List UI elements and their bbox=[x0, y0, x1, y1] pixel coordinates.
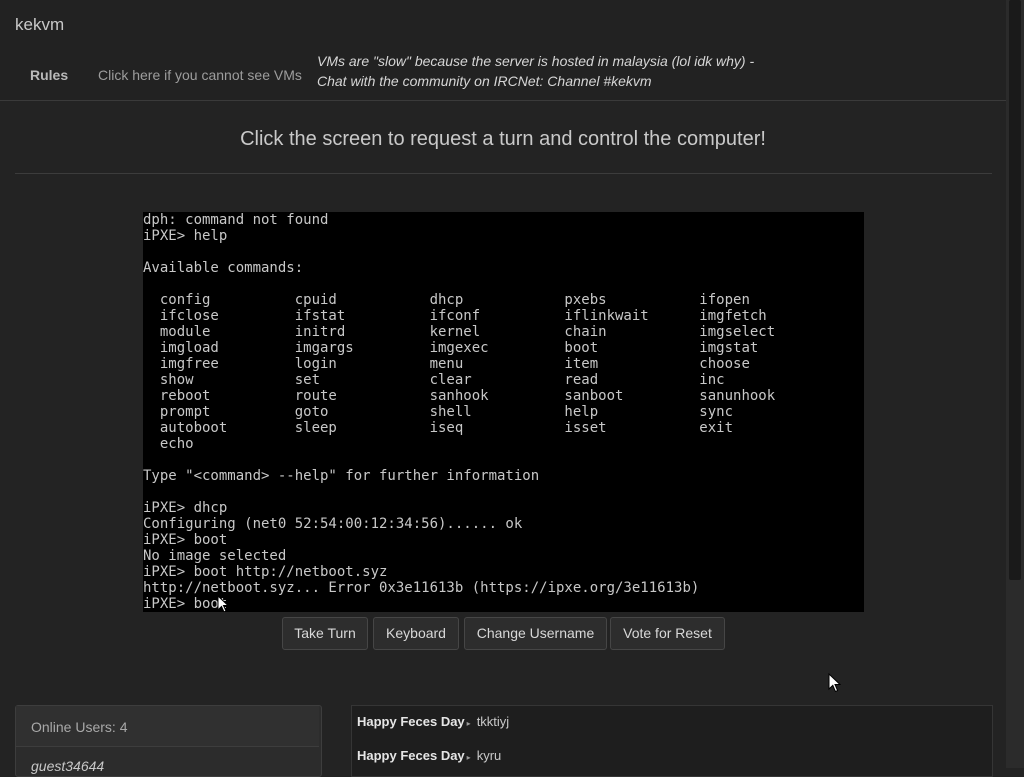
terminal-line: Configuring (net0 52:54:00:12:34:56)....… bbox=[143, 516, 523, 532]
terminal-line: iPXE> dhcp bbox=[143, 500, 228, 516]
terminal-line: iPXE> help bbox=[143, 228, 228, 244]
change-username-button[interactable]: Change Username bbox=[464, 617, 607, 650]
terminal-line: autoboot sleep iseq isset exit bbox=[143, 420, 734, 436]
chat-separator-icon: ▸ bbox=[466, 719, 471, 728]
terminal-line: reboot route sanhook sanboot sanunhook bbox=[143, 388, 776, 404]
chat-panel: Happy Feces Day ▸ tkktiyj Happy Feces Day ▸… bbox=[351, 705, 993, 777]
terminal-line: No image selected bbox=[143, 548, 287, 564]
terminal-line: prompt goto shell help sync bbox=[143, 404, 734, 420]
page-scrollbar-thumb[interactable] bbox=[1009, 0, 1021, 580]
online-users-header: Online Users: 4 bbox=[16, 706, 319, 747]
user-list-item[interactable]: guest34644 bbox=[31, 758, 104, 774]
chat-separator-icon: ▸ bbox=[466, 753, 471, 762]
terminal-line: ifclose ifstat ifconf iflinkwait imgfetc… bbox=[143, 308, 767, 324]
terminal-line: imgfree login menu item choose bbox=[143, 356, 750, 372]
notice-line-1: VMs are "slow" because the server is hos… bbox=[317, 53, 755, 69]
terminal-line: dph: command not found bbox=[143, 212, 329, 228]
take-turn-button[interactable]: Take Turn bbox=[282, 617, 368, 650]
terminal-line: iPXE> boot http://netboot.syz bbox=[143, 564, 388, 580]
chat-message: Happy Feces Day ▸ tkktiyj bbox=[357, 714, 509, 729]
chat-username: Happy Feces Day bbox=[357, 714, 465, 729]
terminal-line: Available commands: bbox=[143, 260, 304, 276]
mouse-pointer-icon bbox=[217, 595, 229, 612]
chat-text: tkktiyj bbox=[476, 714, 510, 729]
terminal-line: iPXE> boot bbox=[143, 532, 228, 548]
desktop-mouse-pointer-icon bbox=[828, 673, 841, 693]
terminal-line: http://netboot.syz... Error 0x3e11613b (… bbox=[143, 580, 700, 596]
page-scrollbar[interactable] bbox=[1006, 0, 1024, 768]
chat-username: Happy Feces Day bbox=[357, 748, 465, 763]
brand-title[interactable]: kekvm bbox=[15, 15, 64, 35]
online-users-panel: Online Users: 4 guest34644 bbox=[15, 705, 322, 777]
terminal-line: imgload imgargs imgexec boot imgstat bbox=[143, 340, 759, 356]
vote-reset-button[interactable]: Vote for Reset bbox=[610, 617, 725, 650]
navbar: kekvm Rules Click here if you cannot see… bbox=[0, 0, 1006, 101]
terminal-line: show set clear read inc bbox=[143, 372, 725, 388]
page-heading: Click the screen to request a turn and c… bbox=[240, 128, 766, 150]
vm-display[interactable]: dph: command not found iPXE> help Availabl… bbox=[143, 212, 864, 612]
chat-message: Happy Feces Day ▸ kyru bbox=[357, 748, 501, 763]
nav-rules-link[interactable]: Rules bbox=[30, 67, 68, 83]
chat-text: kyru bbox=[476, 748, 502, 763]
nav-cannot-see-vms-link[interactable]: Click here if you cannot see VMs bbox=[98, 67, 302, 83]
terminal-line: iPXE> boot bbox=[143, 596, 228, 612]
nav-notice: VMs are "slow" because the server is hos… bbox=[317, 51, 754, 91]
terminal-line: echo bbox=[143, 436, 194, 452]
online-users-count: Online Users: 4 bbox=[31, 719, 128, 735]
divider bbox=[15, 173, 992, 174]
keyboard-button[interactable]: Keyboard bbox=[373, 617, 459, 650]
terminal-line: module initrd kernel chain imgselect bbox=[143, 324, 776, 340]
terminal-line: config cpuid dhcp pxebs ifopen bbox=[143, 292, 750, 308]
notice-line-2: Chat with the community on IRCNet: Chann… bbox=[317, 73, 652, 89]
terminal-line: Type "<command> --help" for further info… bbox=[143, 468, 540, 484]
